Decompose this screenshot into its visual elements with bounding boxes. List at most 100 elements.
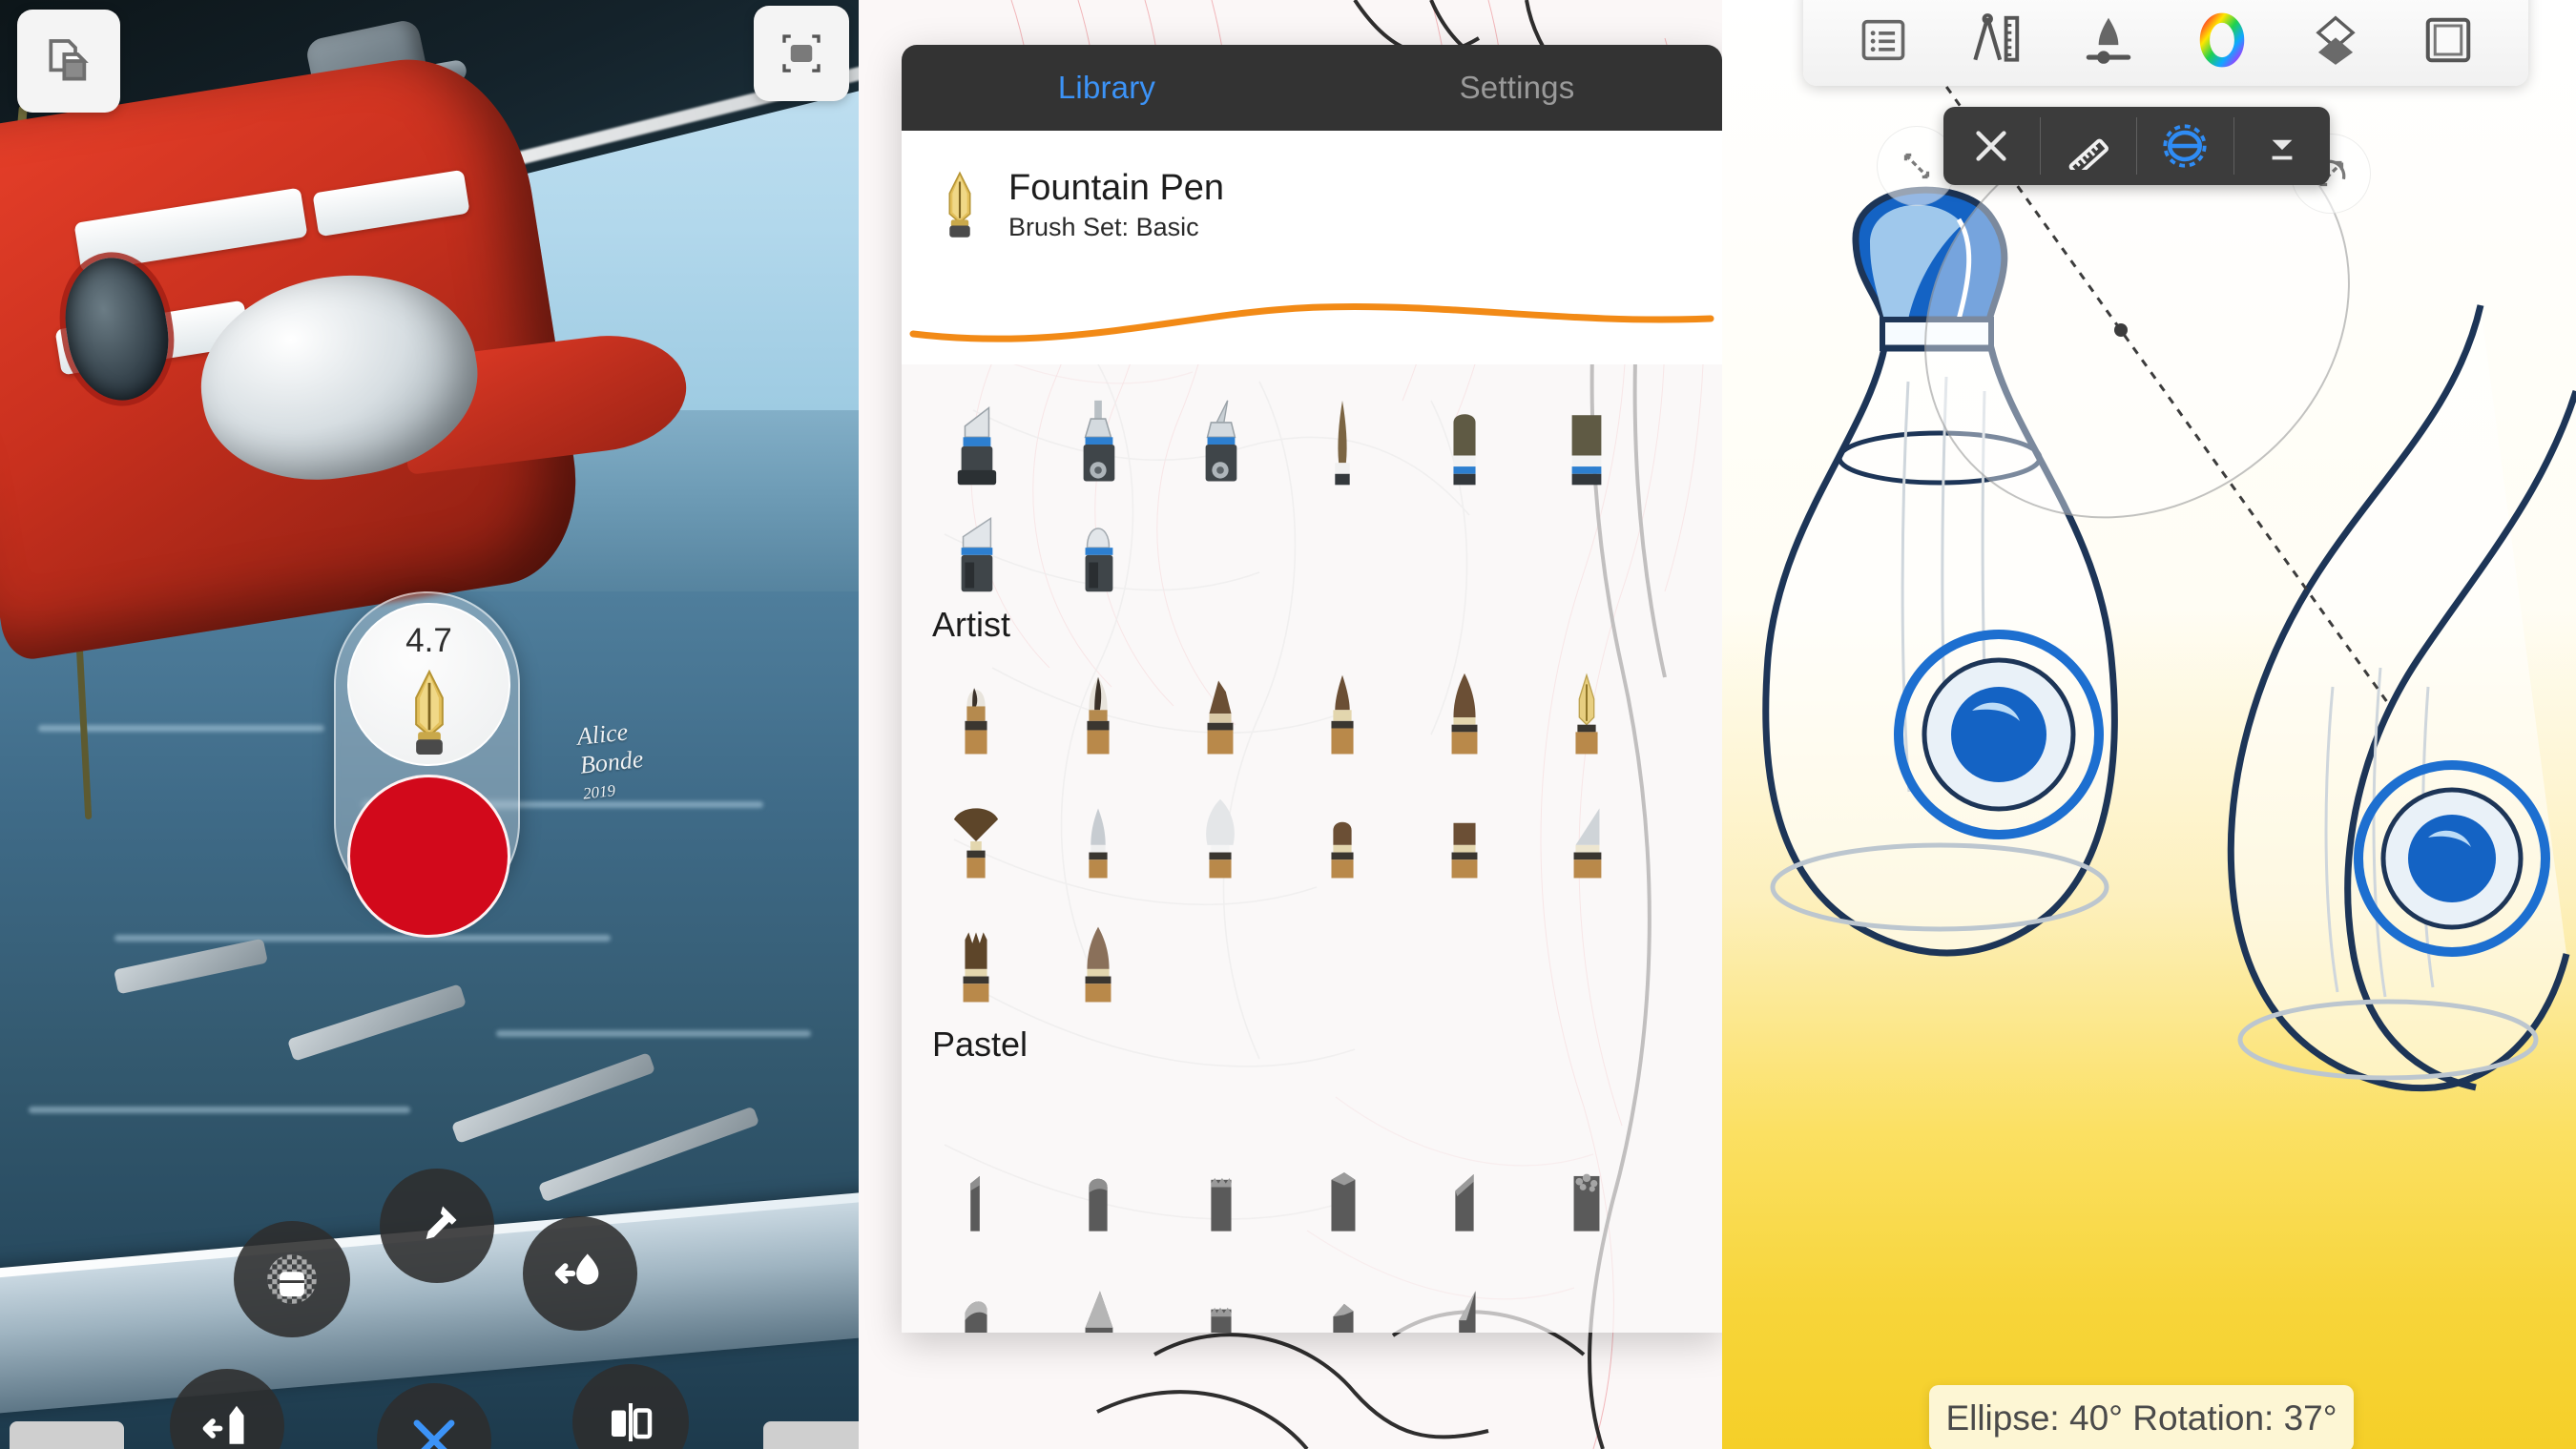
section-label-pastel: Pastel — [932, 1025, 1028, 1064]
brush-item[interactable] — [1037, 658, 1159, 765]
brush-item[interactable] — [1037, 1139, 1159, 1246]
close-x-icon — [413, 1419, 455, 1449]
home-indicator-left — [10, 1421, 124, 1449]
canvas-frame-icon — [2425, 17, 2470, 62]
brush-item[interactable] — [1403, 658, 1526, 765]
pastel-slanted-icon — [965, 1301, 987, 1333]
flat-bristle-icon — [1453, 414, 1476, 486]
filbert-icon — [1089, 808, 1108, 879]
artwork-wave — [114, 935, 611, 942]
brush-item[interactable] — [1281, 1265, 1403, 1333]
brush-item[interactable] — [1281, 1139, 1403, 1246]
selected-brush-name: Fountain Pen — [1008, 167, 1225, 208]
brush-stroke-preview — [902, 279, 1722, 364]
brush-size-value: 4.7 — [405, 622, 452, 659]
ferrule-round-icon — [1331, 674, 1354, 755]
brush-item[interactable] — [1159, 1265, 1281, 1333]
more-options-button[interactable] — [2234, 107, 2331, 185]
fine-liner-icon — [1335, 400, 1350, 486]
brush-item[interactable] — [1526, 658, 1648, 765]
water-drop-undo-icon — [554, 1253, 599, 1285]
brush-item[interactable] — [915, 1139, 1037, 1246]
brush-item[interactable] — [915, 1265, 1037, 1333]
pastel-cone-icon — [1085, 1291, 1113, 1333]
brush-item[interactable] — [1403, 1139, 1526, 1246]
list-icon — [1861, 19, 1904, 60]
brush-item[interactable] — [1526, 385, 1648, 492]
angled-sable-icon — [1207, 680, 1234, 755]
brush-item[interactable] — [1526, 1139, 1648, 1246]
canvas-button[interactable] — [2420, 11, 2477, 73]
fountain-pen-nib-icon — [948, 171, 971, 238]
brush-item[interactable] — [1281, 658, 1403, 765]
brush-item[interactable] — [1037, 906, 1159, 1013]
brush-item[interactable] — [1159, 658, 1281, 765]
ellipse-guide-icon — [2163, 124, 2207, 168]
left-canvas-panel[interactable]: Alice Bonde 2019 4.7 — [0, 0, 859, 1449]
color-button[interactable] — [2192, 10, 2252, 74]
brush-item[interactable] — [1037, 385, 1159, 492]
brush-item[interactable] — [1281, 385, 1403, 492]
eraser-transparency-button[interactable] — [234, 1221, 350, 1337]
color-swatch[interactable] — [347, 775, 510, 938]
brush-item[interactable] — [1281, 782, 1403, 889]
brush-grid[interactable]: Artist Pastel — [902, 364, 1722, 1333]
app-root: Alice Bonde 2019 4.7 Library Settings Fo… — [0, 0, 2576, 1449]
pastel-sharp-icon — [1459, 1291, 1476, 1333]
brush-item[interactable] — [1403, 1265, 1526, 1333]
fan-brush-icon — [953, 808, 999, 879]
brush-item[interactable] — [1159, 782, 1281, 889]
brush-item[interactable] — [1403, 385, 1526, 492]
ruler-guide-button[interactable] — [2041, 107, 2137, 185]
brush-item[interactable] — [915, 385, 1037, 492]
library-tabs[interactable]: Library Settings — [902, 45, 1722, 131]
brush-section-pastel: Pastel — [902, 1025, 1722, 1333]
brush-row — [902, 658, 1722, 765]
brush-item[interactable] — [915, 782, 1037, 889]
layers-button[interactable] — [2306, 10, 2365, 74]
undo-water-button[interactable] — [523, 1216, 637, 1331]
brush-item[interactable] — [1037, 782, 1159, 889]
brush-item[interactable] — [1159, 385, 1281, 492]
short-flat-icon — [1331, 821, 1354, 879]
pastel-block-icon — [1331, 1172, 1356, 1232]
brush-item[interactable] — [1403, 782, 1526, 889]
close-guide-button[interactable] — [1943, 107, 2040, 185]
brush-settings-button[interactable] — [2079, 10, 2138, 74]
brush-item[interactable] — [1526, 782, 1648, 889]
brush-item[interactable] — [1159, 1139, 1281, 1246]
guide-toolbar[interactable] — [1943, 107, 2330, 185]
home-indicator-right — [763, 1421, 859, 1449]
right-canvas-panel[interactable] — [1722, 0, 2576, 1449]
brush-item[interactable] — [1037, 492, 1159, 599]
selected-brush-header[interactable]: Fountain Pen Brush Set: Basic — [902, 131, 1722, 279]
fit-to-screen-button[interactable] — [754, 6, 849, 101]
technical-chisel-icon — [957, 405, 997, 486]
tab-settings[interactable]: Settings — [1312, 45, 1722, 131]
tab-library[interactable]: Library — [902, 45, 1312, 131]
angled-flat-icon — [1573, 808, 1602, 879]
ellipse-guide-button[interactable] — [2137, 107, 2233, 185]
eraser-checkerboard-icon — [267, 1254, 317, 1304]
close-x-icon — [1976, 131, 2006, 161]
brush-item[interactable] — [915, 658, 1037, 765]
fit-screen-icon — [782, 34, 821, 72]
section-label-artist: Artist — [932, 605, 1011, 644]
brush-size-indicator[interactable]: 4.7 — [347, 603, 510, 766]
brush-row — [902, 906, 1722, 1013]
pastel-round-icon — [1089, 1178, 1108, 1232]
guides-button[interactable] — [1965, 10, 2025, 74]
eyedropper-button[interactable] — [380, 1169, 494, 1283]
brush-row — [902, 385, 1722, 492]
fountain-pen-nib-icon — [414, 669, 444, 756]
artwork-wave — [496, 1030, 811, 1037]
pointed-sable-icon — [1087, 676, 1110, 755]
duplicate-layer-button[interactable] — [17, 10, 120, 113]
brush-item[interactable] — [1037, 1265, 1159, 1333]
layers-list-button[interactable] — [1856, 12, 1911, 72]
main-toolbar[interactable] — [1803, 0, 2528, 86]
brush-item[interactable] — [915, 906, 1037, 1013]
brush-size-widget[interactable]: 4.7 — [334, 591, 520, 938]
brush-library-panel[interactable]: Library Settings Fountain Pen Brush Set:… — [859, 0, 1722, 1449]
brush-item[interactable] — [915, 492, 1037, 599]
